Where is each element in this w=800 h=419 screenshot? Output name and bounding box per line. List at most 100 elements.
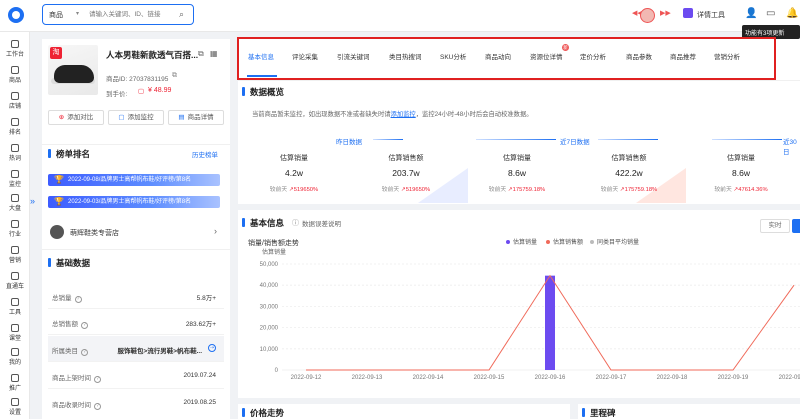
search-input[interactable] bbox=[89, 7, 179, 22]
ranking-title: 榜单排名 bbox=[56, 149, 91, 159]
period-divider bbox=[712, 139, 782, 140]
chevron-down-icon[interactable]: ▾ bbox=[76, 10, 79, 17]
help-icon[interactable]: ? bbox=[81, 349, 88, 356]
help-icon[interactable]: ? bbox=[81, 322, 88, 329]
monitor-icon[interactable]: ▭ bbox=[766, 8, 775, 19]
nav-item-13[interactable]: 推广 bbox=[0, 374, 30, 392]
product-detail-button[interactable]: ▤ 商品详情 bbox=[168, 110, 224, 125]
copy-icon[interactable]: ⧉ bbox=[198, 49, 204, 59]
nav-label: 课堂 bbox=[8, 336, 21, 342]
product-title[interactable]: 人本男鞋新款透气百搭... bbox=[106, 49, 200, 61]
nav-item-10[interactable]: 工具 bbox=[0, 298, 30, 316]
compare-value: 175759.18% bbox=[624, 187, 658, 193]
metric-value: 203.7w bbox=[392, 168, 420, 178]
nav-item-12[interactable]: 我的 bbox=[0, 348, 30, 366]
nav-label: 大盘 bbox=[8, 206, 21, 212]
info-icon[interactable]: ⇢ bbox=[208, 344, 216, 352]
row-key: 商品上架时间 bbox=[52, 375, 91, 382]
tab-5[interactable]: 商品动向 bbox=[485, 51, 511, 61]
basic-data-title: 基础数据 bbox=[56, 258, 91, 268]
data-row: 商品上架时间? 2019.07.24 bbox=[48, 363, 224, 389]
help-icon[interactable]: ? bbox=[74, 296, 82, 303]
ranking-item-label: 2022-09-08/品牌男士高帮帆布鞋/好评榜/第8名 bbox=[68, 177, 192, 183]
nav-item-3[interactable]: 排名 bbox=[0, 118, 30, 136]
copy-id-icon[interactable]: ⧉ bbox=[172, 72, 177, 80]
detail-tool-icon[interactable] bbox=[683, 8, 693, 18]
section-marker bbox=[242, 408, 245, 417]
shop-avatar[interactable] bbox=[50, 225, 64, 239]
nav-item-5[interactable]: 监控 bbox=[0, 170, 30, 188]
nav-item-2[interactable]: 店铺 bbox=[0, 92, 30, 110]
tab-10[interactable]: 营销分析 bbox=[714, 51, 740, 61]
metric-card: 估算销量 8.6w 较前天 ↗47614.36% bbox=[706, 153, 776, 193]
search-category-select[interactable]: 商品 bbox=[49, 10, 63, 20]
add-compare-button[interactable]: ⊕ 添加对比 bbox=[48, 110, 104, 125]
chevron-right-icon[interactable]: › bbox=[214, 226, 217, 236]
tab-2[interactable]: 引流关键词 bbox=[337, 51, 370, 61]
help-icon[interactable]: ? bbox=[94, 376, 101, 383]
app-logo-icon[interactable] bbox=[8, 7, 24, 23]
sales-chart: 估算销量 0 10,000 20,000 30,000 40,000 50,000 2022-… bbox=[260, 248, 800, 381]
secondary-button[interactable] bbox=[792, 219, 800, 233]
y-tick-label: 50,000 bbox=[260, 262, 279, 268]
add-monitor-button[interactable]: ▢ 添加监控 bbox=[108, 110, 164, 125]
shop-badge-icon: 淘 bbox=[50, 47, 62, 59]
trophy-icon: 🏆 bbox=[54, 197, 64, 206]
basic-data-panel: 基础数据 总销量? 5.8万+ 总销售额? 283.62万+ 所属类目? 服饰鞋包>流… bbox=[42, 249, 230, 419]
realtime-button[interactable]: 实时 bbox=[760, 219, 790, 233]
tab-8[interactable]: 商品参数 bbox=[626, 51, 652, 61]
milestone-title: 里程碑 bbox=[590, 408, 616, 418]
ranking-item[interactable]: 🏆 2022-09-03/品牌男士高帮帆布鞋/好评榜/第8名 bbox=[48, 196, 220, 208]
tab-1[interactable]: 评论采集 bbox=[292, 51, 318, 61]
expand-nav-icon[interactable]: » bbox=[30, 196, 40, 210]
help-icon[interactable]: ? bbox=[94, 403, 101, 410]
nav-label: 我的 bbox=[8, 360, 21, 366]
nav-item-8[interactable]: 营销 bbox=[0, 246, 30, 264]
nav-item-11[interactable]: 课堂 bbox=[0, 324, 30, 342]
help-icon[interactable]: ⓘ bbox=[292, 218, 299, 228]
tab-6[interactable]: 资源位详情 bbox=[530, 51, 563, 61]
compare-value: 519650% bbox=[405, 187, 431, 193]
nav-item-6[interactable]: 大盘 bbox=[0, 194, 30, 212]
shop-name[interactable]: 萌辉鞋类专营店 bbox=[70, 228, 119, 238]
qr-code-icon[interactable]: ▦ bbox=[210, 49, 218, 58]
data-error-note[interactable]: 数据误差说明 bbox=[302, 218, 341, 228]
tab-0[interactable]: 基本信息 bbox=[248, 51, 274, 61]
person-icon[interactable]: 👤 bbox=[745, 8, 757, 19]
metric-label: 估算销量 bbox=[280, 155, 308, 162]
tab-9[interactable]: 商品推荐 bbox=[670, 51, 696, 61]
search-icon[interactable]: ⌕ bbox=[179, 9, 184, 20]
row-value: 5.8万+ bbox=[196, 295, 216, 302]
section-marker bbox=[48, 258, 51, 267]
product-panel: 淘 人本男鞋新款透气百搭... ⧉ ▦ 商品ID: 27037831195 ⧉ … bbox=[42, 39, 230, 144]
nav-label: 店铺 bbox=[8, 104, 21, 110]
tab-3[interactable]: 类目热搜词 bbox=[389, 51, 422, 61]
ranking-item[interactable]: 🏆 2022-09-08/品牌男士高帮帆布鞋/好评榜/第8名 bbox=[48, 174, 220, 186]
nav-item-0[interactable]: 工作台 bbox=[0, 40, 30, 58]
tab-7[interactable]: 定价分析 bbox=[580, 51, 606, 61]
nav-item-4[interactable]: 热词 bbox=[0, 144, 30, 162]
hotword-icon bbox=[11, 144, 19, 152]
nav-label: 营销 bbox=[8, 258, 21, 264]
nav-label: 行业 bbox=[8, 232, 21, 238]
x-tick-label: 2022-09-16 bbox=[535, 375, 566, 381]
row-value: 283.62万+ bbox=[185, 321, 216, 328]
detail-tool-button[interactable]: 详情工具 bbox=[697, 10, 725, 20]
product-image[interactable]: 淘 bbox=[48, 45, 98, 95]
user-avatar[interactable] bbox=[640, 8, 655, 23]
search-box[interactable]: 商品 ▾ ⌕ bbox=[42, 4, 194, 25]
promo-icon bbox=[11, 374, 19, 382]
nav-item-14[interactable]: 设置 bbox=[0, 398, 30, 416]
add-monitor-link[interactable]: 添加监控 bbox=[391, 111, 416, 118]
history-ranking-link[interactable]: 历史榜单 bbox=[192, 149, 218, 159]
x-tick-label: 2022-09-15 bbox=[474, 375, 505, 381]
nav-item-9[interactable]: 直通车 bbox=[0, 272, 30, 290]
price-trend-panel: 价格走势 bbox=[238, 398, 570, 419]
row-key: 总销售额 bbox=[52, 321, 78, 328]
row-key: 所属类目 bbox=[52, 348, 78, 355]
bell-icon[interactable]: 🔔 bbox=[786, 8, 798, 19]
compare-label: 较前天 bbox=[714, 187, 732, 193]
nav-item-7[interactable]: 行业 bbox=[0, 220, 30, 238]
tab-4[interactable]: SKU分析 bbox=[440, 51, 466, 61]
nav-item-1[interactable]: 商品 bbox=[0, 66, 30, 84]
